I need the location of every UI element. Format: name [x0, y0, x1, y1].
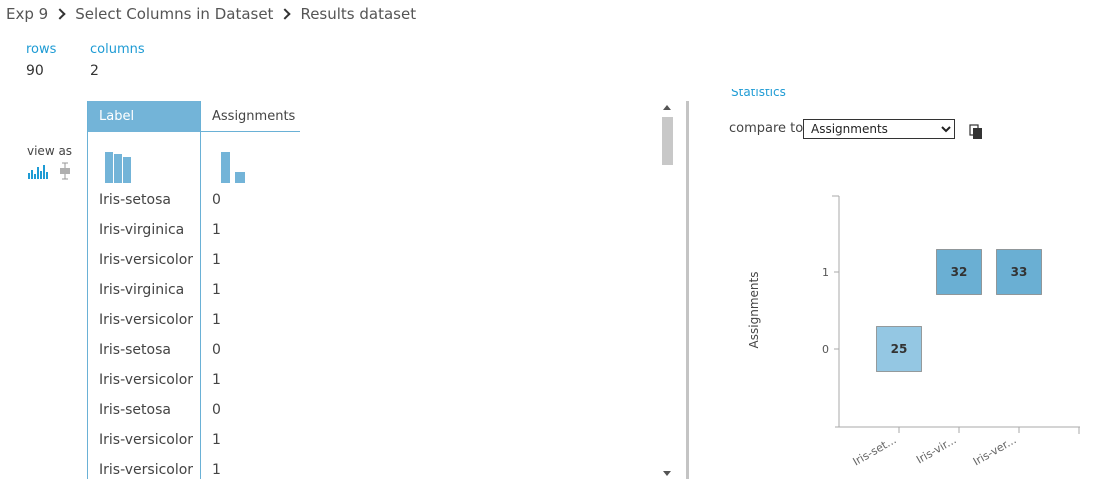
chevron-right-icon [54, 8, 66, 20]
data-table: Label Iris-setosa Iris-virginica Iris-ve… [87, 101, 300, 479]
table-cell: Iris-versicolor [99, 372, 194, 388]
x-tick-label: Iris-ver... [971, 433, 1019, 468]
histogram-bar-zero [221, 152, 230, 183]
table-cell: 1 [212, 312, 221, 328]
table-cell: Iris-versicolor [99, 432, 194, 448]
rows-label: rows [26, 42, 57, 57]
table-cell: 1 [212, 252, 221, 268]
rows-count: 90 [26, 63, 44, 79]
column-label: Label Iris-setosa Iris-virginica Iris-ve… [87, 101, 201, 479]
scroll-up-arrow-icon[interactable] [663, 105, 671, 110]
compare-to-label: compare to [729, 121, 804, 136]
scroll-down-arrow-icon[interactable] [663, 471, 671, 476]
table-cell: 0 [212, 402, 221, 418]
table-scrollbar[interactable] [660, 101, 674, 479]
chevron-right-icon [279, 8, 292, 20]
table-cell: Iris-virginica [99, 222, 185, 238]
y-axis-label: Assignments [747, 272, 761, 349]
heatmap-cell-value: 33 [1011, 265, 1028, 279]
table-cell: Iris-versicolor [99, 252, 194, 268]
panel-splitter[interactable] [686, 101, 689, 479]
table-cell: Iris-versicolor [99, 462, 194, 478]
assignments-histogram [201, 132, 300, 185]
table-cell: Iris-setosa [99, 342, 171, 358]
table-cell: Iris-setosa [99, 192, 171, 208]
statistics-heading[interactable]: Statistics [731, 89, 786, 99]
compare-to-select[interactable]: Assignments [803, 119, 955, 139]
breadcrumb-experiment[interactable]: Exp 9 [6, 5, 48, 23]
columns-label: columns [90, 42, 145, 57]
histogram-bar-versicolor [123, 157, 131, 183]
histogram-icon[interactable] [27, 163, 49, 183]
table-cell: 0 [212, 192, 221, 208]
label-histogram [88, 132, 200, 185]
crosstab-chart: Assignments 0 1 Iris-set... Iris-vir... Iris… [747, 195, 1080, 469]
x-tick-label: Iris-set... [851, 433, 899, 468]
table-cell: Iris-virginica [99, 282, 185, 298]
breadcrumb-output: Results dataset [300, 5, 417, 23]
y-tick-label: 0 [822, 343, 829, 356]
breadcrumb: Exp 9 Select Columns in Dataset Results … [6, 4, 416, 24]
histogram-bar-virginica [114, 154, 122, 183]
view-as-label: view as [27, 144, 73, 158]
boxplot-icon[interactable] [58, 162, 72, 184]
copy-icon[interactable] [969, 124, 983, 144]
x-tick-label: Iris-vir... [914, 433, 958, 466]
histogram-bar-one [235, 172, 245, 183]
columns-count: 2 [90, 63, 99, 79]
y-tick-label: 1 [822, 266, 829, 279]
histogram-bar-setosa [105, 152, 113, 183]
table-cell: 1 [212, 462, 221, 478]
column-header-assignments[interactable]: Assignments [201, 101, 300, 132]
table-cell: Iris-versicolor [99, 312, 194, 328]
heatmap-cell-value: 25 [891, 342, 908, 356]
scroll-thumb[interactable] [662, 117, 673, 165]
table-cell: 1 [212, 222, 221, 238]
column-assignments: Assignments 0 1 1 1 1 0 1 0 1 1 [201, 101, 300, 479]
heatmap-cell-value: 32 [951, 265, 968, 279]
breadcrumb-module[interactable]: Select Columns in Dataset [75, 5, 273, 23]
column-header-label[interactable]: Label [88, 101, 200, 132]
table-cell: 1 [212, 282, 221, 298]
table-cell: 0 [212, 342, 221, 358]
table-cell: 1 [212, 372, 221, 388]
table-cell: 1 [212, 432, 221, 448]
table-cell: Iris-setosa [99, 402, 171, 418]
